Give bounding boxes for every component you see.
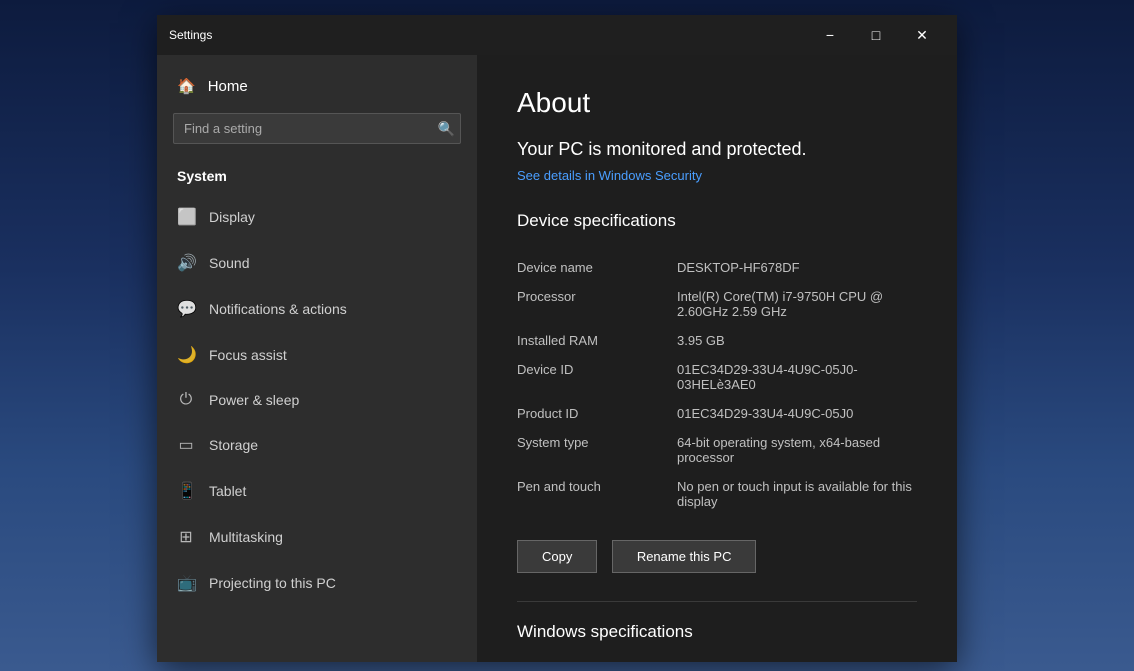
minimize-button[interactable]: − — [807, 20, 853, 50]
table-row: Device ID01EC34D29-33U4-4U9C-05J0-03HELѐ… — [517, 355, 917, 399]
sidebar-item-label: Notifications & actions — [209, 301, 347, 317]
spec-label: Installed RAM — [517, 326, 677, 355]
sidebar-item-label: Display — [209, 209, 255, 225]
table-row: Device nameDESKTOP-HF678DF — [517, 253, 917, 282]
spec-label: Device name — [517, 253, 677, 282]
sidebar-section-label: System — [157, 160, 477, 194]
focus-icon: 🌙 — [177, 345, 195, 365]
spec-value: No pen or touch input is available for t… — [677, 472, 917, 516]
sidebar-item-tablet[interactable]: 📱 Tablet — [157, 468, 477, 514]
sidebar-item-label: Multitasking — [209, 529, 283, 545]
tablet-icon: 📱 — [177, 481, 195, 501]
table-row: Installed RAM3.95 GB — [517, 326, 917, 355]
sidebar-item-storage[interactable]: ▭ Storage — [157, 422, 477, 468]
spec-value: 64-bit operating system, x64-based proce… — [677, 428, 917, 472]
spec-value: 01EC34D29-33U4-4U9C-05J0 — [677, 399, 917, 428]
spec-value: 3.95 GB — [677, 326, 917, 355]
spec-label: Pen and touch — [517, 472, 677, 516]
home-label: Home — [208, 78, 248, 95]
copy-button[interactable]: Copy — [517, 540, 597, 573]
spec-label: Device ID — [517, 355, 677, 399]
spec-label: Processor — [517, 282, 677, 326]
sidebar-home[interactable]: 🏠 Home — [157, 55, 477, 113]
sound-icon: 🔊 — [177, 253, 195, 273]
sidebar-item-multitasking[interactable]: ⊞ Multitasking — [157, 514, 477, 560]
power-icon: ⏻ — [177, 391, 195, 409]
notifications-icon: 💬 — [177, 299, 195, 319]
device-section-title: Device specifications — [517, 211, 917, 235]
table-row: ProcessorIntel(R) Core(TM) i7-9750H CPU … — [517, 282, 917, 326]
sidebar-item-sound[interactable]: 🔊 Sound — [157, 240, 477, 286]
sidebar-item-label: Focus assist — [209, 347, 287, 363]
main-content: About Your PC is monitored and protected… — [477, 55, 957, 662]
page-title: About — [517, 87, 917, 119]
security-link[interactable]: See details in Windows Security — [517, 168, 917, 183]
device-specs-table: Device nameDESKTOP-HF678DFProcessorIntel… — [517, 253, 917, 516]
windows-section-title: Windows specifications — [517, 622, 917, 646]
sidebar-item-display[interactable]: ⬜ Display — [157, 194, 477, 240]
spec-label: System type — [517, 428, 677, 472]
protection-status: Your PC is monitored and protected. — [517, 139, 917, 160]
spec-value: Intel(R) Core(TM) i7-9750H CPU @ 2.60GHz… — [677, 282, 917, 326]
search-icon-button[interactable]: 🔍 — [438, 120, 455, 137]
sidebar-item-label: Tablet — [209, 483, 246, 499]
titlebar: Settings − □ ✕ — [157, 15, 957, 55]
storage-icon: ▭ — [177, 435, 195, 455]
sidebar-item-label: Power & sleep — [209, 392, 299, 408]
sidebar-item-label: Projecting to this PC — [209, 575, 336, 591]
rename-button[interactable]: Rename this PC — [612, 540, 757, 573]
maximize-button[interactable]: □ — [853, 20, 899, 50]
sidebar-item-label: Sound — [209, 255, 249, 271]
close-button[interactable]: ✕ — [899, 20, 945, 50]
spec-label: Product ID — [517, 399, 677, 428]
window-controls: − □ ✕ — [807, 20, 945, 50]
window-title: Settings — [169, 28, 212, 42]
sidebar-item-projecting[interactable]: 📺 Projecting to this PC — [157, 560, 477, 606]
table-row: System type64-bit operating system, x64-… — [517, 428, 917, 472]
settings-window: Settings − □ ✕ 🏠 Home 🔍 System ⬜ Display — [157, 15, 957, 662]
divider — [517, 601, 917, 602]
sidebar: 🏠 Home 🔍 System ⬜ Display 🔊 Sound 💬 Noti… — [157, 55, 477, 662]
spec-value: DESKTOP-HF678DF — [677, 253, 917, 282]
window-body: 🏠 Home 🔍 System ⬜ Display 🔊 Sound 💬 Noti… — [157, 55, 957, 662]
spec-value: 01EC34D29-33U4-4U9C-05J0-03HELѐ3AE0 — [677, 355, 917, 399]
search-input[interactable] — [173, 113, 461, 144]
table-row: Pen and touchNo pen or touch input is av… — [517, 472, 917, 516]
sidebar-item-label: Storage — [209, 437, 258, 453]
display-icon: ⬜ — [177, 207, 195, 227]
home-icon: 🏠 — [177, 77, 196, 95]
sidebar-item-focus[interactable]: 🌙 Focus assist — [157, 332, 477, 378]
sidebar-item-power[interactable]: ⏻ Power & sleep — [157, 378, 477, 422]
sidebar-item-notifications[interactable]: 💬 Notifications & actions — [157, 286, 477, 332]
sidebar-search-container: 🔍 — [173, 113, 461, 144]
projecting-icon: 📺 — [177, 573, 195, 593]
table-row: Product ID01EC34D29-33U4-4U9C-05J0 — [517, 399, 917, 428]
multitasking-icon: ⊞ — [177, 527, 195, 547]
